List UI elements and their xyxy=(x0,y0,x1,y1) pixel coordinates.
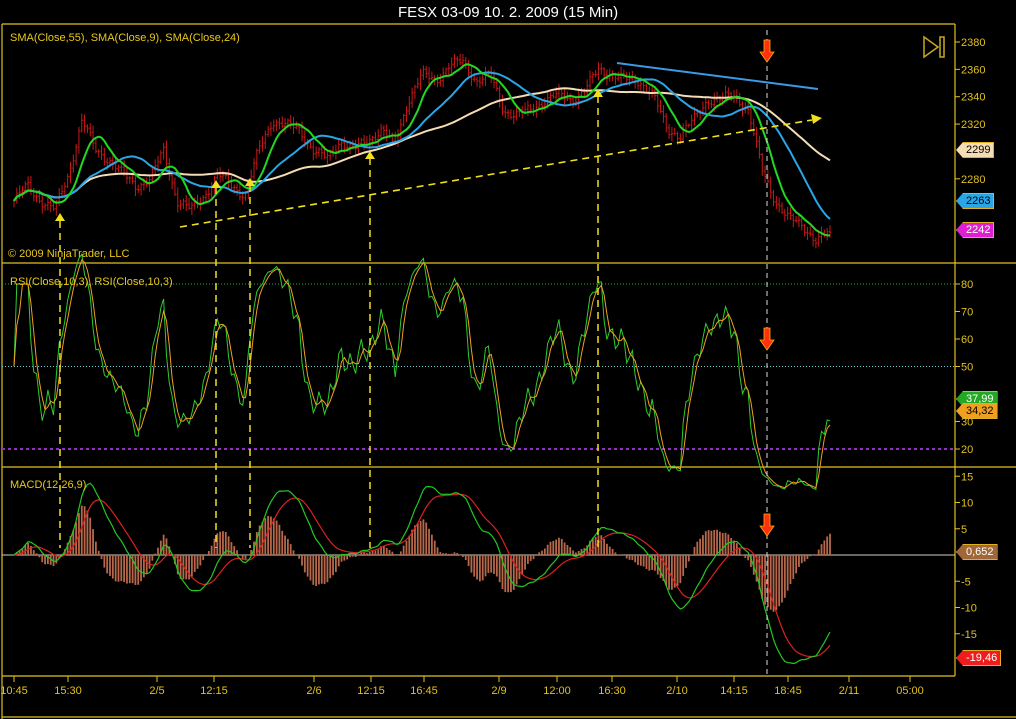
price-tick-label: 2280 xyxy=(961,174,985,186)
x-tick-label: 2/11 xyxy=(839,685,860,697)
macd-tick-label: -5 xyxy=(961,576,971,588)
x-tick-label: 18:45 xyxy=(774,685,802,697)
x-tick-label: 2/5 xyxy=(149,685,164,697)
uptrend-arrowhead xyxy=(811,114,822,124)
x-tick-label: 05:00 xyxy=(896,685,924,697)
macd-tick-label: -10 xyxy=(961,603,977,615)
sma55-line xyxy=(13,87,831,202)
rsi-line xyxy=(13,252,831,491)
macd-tick-label: 15 xyxy=(961,471,973,483)
rsi-tick-label: 20 xyxy=(961,444,973,456)
sma9-line xyxy=(13,63,830,237)
x-tick-label: 16:45 xyxy=(410,685,438,697)
entry-markers xyxy=(59,96,599,548)
x-tick-label: 16:30 xyxy=(598,685,626,697)
price-panel-label: SMA(Close,55), SMA(Close,9), SMA(Close,2… xyxy=(10,32,240,44)
axes: 2280232023402360238020305060708015105-5-… xyxy=(0,37,985,697)
x-tick-label: 15:30 xyxy=(54,685,82,697)
price-bars xyxy=(12,53,832,249)
chart-frame xyxy=(1,23,1016,719)
macd-line xyxy=(13,482,831,665)
macd-tick-label: 10 xyxy=(961,498,973,510)
x-tick-label: 2/10 xyxy=(666,685,687,697)
x-tick-label: 2/6 xyxy=(306,685,321,697)
sma24-line xyxy=(13,71,831,220)
rsi-avg-line xyxy=(13,259,831,489)
rsi-tick-label: 80 xyxy=(961,279,973,291)
x-tick-label: 12:00 xyxy=(543,685,571,697)
uptrend-line[interactable] xyxy=(179,119,813,228)
price-tick-label: 2340 xyxy=(961,92,985,104)
x-tick-label: 2/9 xyxy=(491,685,506,697)
copyright: © 2009 NinjaTrader, LLC xyxy=(8,248,130,260)
downtrend-line[interactable] xyxy=(616,62,819,90)
rsi-avg-last-value: 34,32 xyxy=(956,403,998,419)
indicator-lines xyxy=(13,63,831,665)
x-tick-label: 10:45 xyxy=(0,685,28,697)
macd-last-value: -19,46 xyxy=(956,650,1002,666)
rsi-panel-label: RSI(Close,10,3), RSI(Close,10,3) xyxy=(10,276,173,288)
sma55-last-value: 2299 xyxy=(956,142,995,158)
macd-hist-last-value: 0,652 xyxy=(956,544,998,560)
yellow-up-arrow-icon xyxy=(55,89,603,221)
price-last-value: 2242 xyxy=(956,222,995,238)
x-tick-label: 12:15 xyxy=(200,685,228,697)
price-tick-label: 2320 xyxy=(961,119,985,131)
price-tick-label: 2380 xyxy=(961,37,985,49)
rsi-tick-label: 70 xyxy=(961,307,973,319)
chart-canvas[interactable]: 2280232023402360238020305060708015105-5-… xyxy=(0,0,1016,719)
rsi-tick-label: 50 xyxy=(961,362,973,374)
guide-lines xyxy=(2,283,955,556)
price-tick-label: 2360 xyxy=(961,64,985,76)
x-tick-label: 14:15 xyxy=(720,685,748,697)
macd-signal-line xyxy=(13,493,831,658)
x-tick-label: 12:15 xyxy=(357,685,385,697)
macd-panel-label: MACD(12,26,9) xyxy=(10,479,87,491)
macd-tick-label: -15 xyxy=(961,629,977,641)
sma24-last-value: 2263 xyxy=(956,193,995,209)
macd-tick-label: 5 xyxy=(961,524,967,536)
rsi-tick-label: 60 xyxy=(961,334,973,346)
play-to-end-icon[interactable] xyxy=(922,35,948,59)
